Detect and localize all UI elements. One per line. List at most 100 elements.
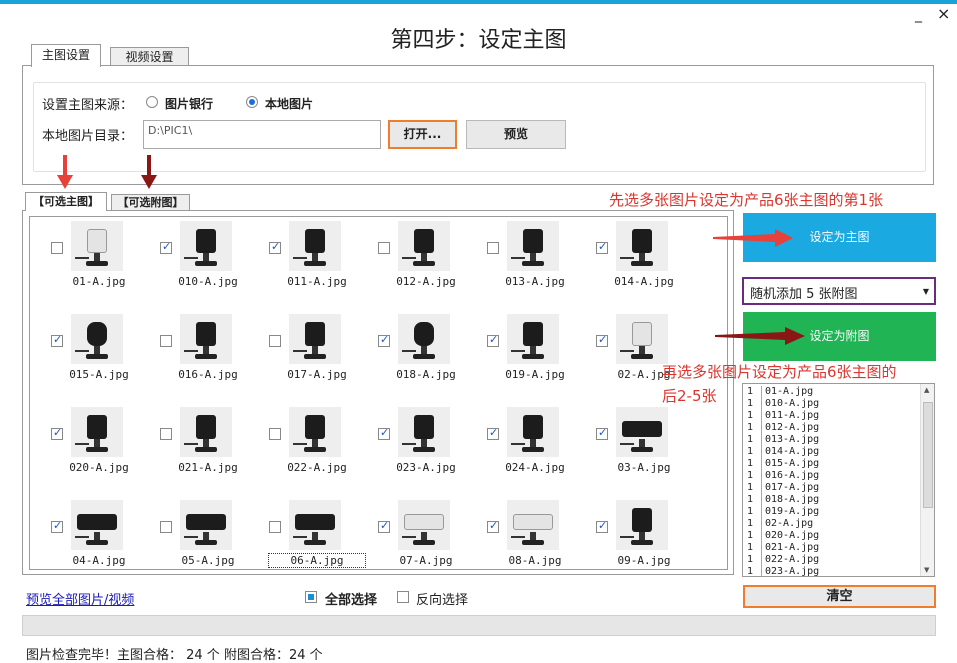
image-thumbnail[interactable] bbox=[616, 221, 668, 271]
image-cell[interactable]: 018-A.jpg bbox=[378, 314, 488, 404]
image-checkbox[interactable] bbox=[51, 333, 63, 347]
image-cell[interactable]: 019-A.jpg bbox=[487, 314, 597, 404]
image-thumbnail[interactable] bbox=[289, 221, 341, 271]
image-cell[interactable]: 022-A.jpg bbox=[269, 407, 379, 497]
image-thumbnail[interactable] bbox=[398, 221, 450, 271]
image-checkbox[interactable] bbox=[596, 426, 608, 440]
invert-select-checkbox[interactable] bbox=[397, 591, 409, 603]
image-cell[interactable]: 07-A.jpg bbox=[378, 500, 488, 590]
image-thumbnail[interactable] bbox=[507, 500, 559, 550]
image-thumbnail[interactable] bbox=[616, 314, 668, 364]
image-thumbnail[interactable] bbox=[398, 407, 450, 457]
scroll-down-icon[interactable]: ▼ bbox=[924, 566, 929, 574]
image-cell[interactable]: 021-A.jpg bbox=[160, 407, 270, 497]
image-thumbnail[interactable] bbox=[507, 221, 559, 271]
scroll-up-icon[interactable]: ▲ bbox=[924, 386, 929, 394]
image-cell[interactable]: 013-A.jpg bbox=[487, 221, 597, 311]
image-checkbox[interactable] bbox=[378, 333, 390, 347]
image-cell[interactable]: 09-A.jpg bbox=[596, 500, 706, 590]
image-checkbox[interactable] bbox=[269, 521, 281, 533]
image-thumbnail[interactable] bbox=[71, 221, 123, 271]
select-all-checkbox[interactable] bbox=[305, 591, 317, 603]
minimize-button[interactable]: _ bbox=[915, 8, 922, 22]
image-thumbnail[interactable] bbox=[180, 407, 232, 457]
image-checkbox[interactable] bbox=[487, 426, 499, 440]
image-checkbox[interactable] bbox=[51, 242, 63, 254]
image-thumbnail[interactable] bbox=[180, 314, 232, 364]
image-cell[interactable]: 017-A.jpg bbox=[269, 314, 379, 404]
select-all-label[interactable]: 全部选择 bbox=[325, 589, 377, 608]
image-checkbox[interactable] bbox=[596, 519, 608, 533]
random-add-select[interactable]: 随机添加 5 张附图 ▼ bbox=[742, 277, 936, 305]
image-thumbnail[interactable] bbox=[289, 407, 341, 457]
image-cell[interactable]: 012-A.jpg bbox=[378, 221, 488, 311]
tab-video-settings[interactable]: 视频设置 bbox=[110, 47, 189, 66]
image-cell[interactable]: 06-A.jpg bbox=[268, 500, 379, 590]
image-checkbox[interactable] bbox=[487, 333, 499, 347]
preview-button[interactable]: 预览 bbox=[466, 120, 566, 149]
image-checkbox[interactable] bbox=[269, 335, 281, 347]
image-checkbox[interactable] bbox=[160, 335, 172, 347]
image-thumbnail[interactable] bbox=[180, 500, 232, 550]
clear-button[interactable]: 清空 bbox=[743, 585, 936, 608]
radio-local-images[interactable] bbox=[246, 96, 258, 108]
image-checkbox[interactable] bbox=[51, 426, 63, 440]
list-item[interactable]: 1 013-A.jpg bbox=[743, 434, 921, 446]
list-item[interactable]: 1 011-A.jpg bbox=[743, 410, 921, 422]
image-cell[interactable]: 023-A.jpg bbox=[378, 407, 488, 497]
image-checkbox[interactable] bbox=[487, 242, 499, 254]
image-checkbox[interactable] bbox=[378, 519, 390, 533]
image-cell[interactable]: 010-A.jpg bbox=[160, 221, 270, 311]
image-checkbox[interactable] bbox=[160, 240, 172, 254]
image-thumbnail[interactable] bbox=[289, 500, 341, 550]
image-checkbox[interactable] bbox=[378, 426, 390, 440]
image-thumbnail[interactable] bbox=[71, 314, 123, 364]
list-item[interactable]: 1 014-A.jpg bbox=[743, 446, 921, 458]
image-cell[interactable]: 04-A.jpg bbox=[51, 500, 161, 590]
list-item[interactable]: 1 023-A.jpg bbox=[743, 566, 921, 576]
close-button[interactable]: × bbox=[937, 6, 950, 22]
image-cell[interactable]: 03-A.jpg bbox=[596, 407, 706, 497]
list-item[interactable]: 1 01-A.jpg bbox=[743, 386, 921, 398]
image-thumbnail[interactable] bbox=[71, 407, 123, 457]
invert-select-label[interactable]: 反向选择 bbox=[416, 589, 468, 608]
list-item[interactable]: 1 017-A.jpg bbox=[743, 482, 921, 494]
image-checkbox[interactable] bbox=[596, 240, 608, 254]
radio-local-images-label[interactable]: 本地图片 bbox=[265, 95, 313, 112]
image-cell[interactable]: 08-A.jpg bbox=[487, 500, 597, 590]
list-item[interactable]: 1 015-A.jpg bbox=[743, 458, 921, 470]
image-checkbox[interactable] bbox=[160, 521, 172, 533]
list-item[interactable]: 1 022-A.jpg bbox=[743, 554, 921, 566]
image-checkbox[interactable] bbox=[596, 333, 608, 347]
image-thumbnail[interactable] bbox=[616, 500, 668, 550]
list-item[interactable]: 1 021-A.jpg bbox=[743, 542, 921, 554]
image-thumbnail[interactable] bbox=[398, 500, 450, 550]
list-item[interactable]: 1 010-A.jpg bbox=[743, 398, 921, 410]
image-thumbnail[interactable] bbox=[507, 314, 559, 364]
local-dir-field[interactable]: D:\PIC1\ bbox=[143, 120, 381, 149]
image-checkbox[interactable] bbox=[269, 240, 281, 254]
tab-available-sub-images[interactable]: 【可选附图】 bbox=[111, 194, 190, 210]
image-cell[interactable]: 014-A.jpg bbox=[596, 221, 706, 311]
image-checkbox[interactable] bbox=[378, 242, 390, 254]
open-button[interactable]: 打开... bbox=[388, 120, 457, 149]
image-checkbox[interactable] bbox=[487, 519, 499, 533]
image-cell[interactable]: 015-A.jpg bbox=[51, 314, 161, 404]
preview-all-link[interactable]: 预览全部图片/视频 bbox=[26, 589, 134, 608]
list-item[interactable]: 1 018-A.jpg bbox=[743, 494, 921, 506]
list-item[interactable]: 1 012-A.jpg bbox=[743, 422, 921, 434]
scroll-thumb[interactable] bbox=[923, 402, 933, 508]
image-cell[interactable]: 020-A.jpg bbox=[51, 407, 161, 497]
image-cell[interactable]: 016-A.jpg bbox=[160, 314, 270, 404]
list-item[interactable]: 1 020-A.jpg bbox=[743, 530, 921, 542]
image-thumbnail[interactable] bbox=[289, 314, 341, 364]
image-thumbnail[interactable] bbox=[507, 407, 559, 457]
tab-available-main-images[interactable]: 【可选主图】 bbox=[25, 192, 107, 211]
image-cell[interactable]: 011-A.jpg bbox=[269, 221, 379, 311]
list-item[interactable]: 1 019-A.jpg bbox=[743, 506, 921, 518]
tab-main-image-settings[interactable]: 主图设置 bbox=[31, 44, 101, 67]
image-checkbox[interactable] bbox=[160, 428, 172, 440]
selected-images-list[interactable]: 1 01-A.jpg 1 010-A.jpg 1 011-A.jpg 1 012-A.jpg 1… bbox=[742, 383, 935, 577]
image-thumbnail[interactable] bbox=[398, 314, 450, 364]
list-scrollbar[interactable]: ▲ ▼ bbox=[920, 384, 934, 576]
